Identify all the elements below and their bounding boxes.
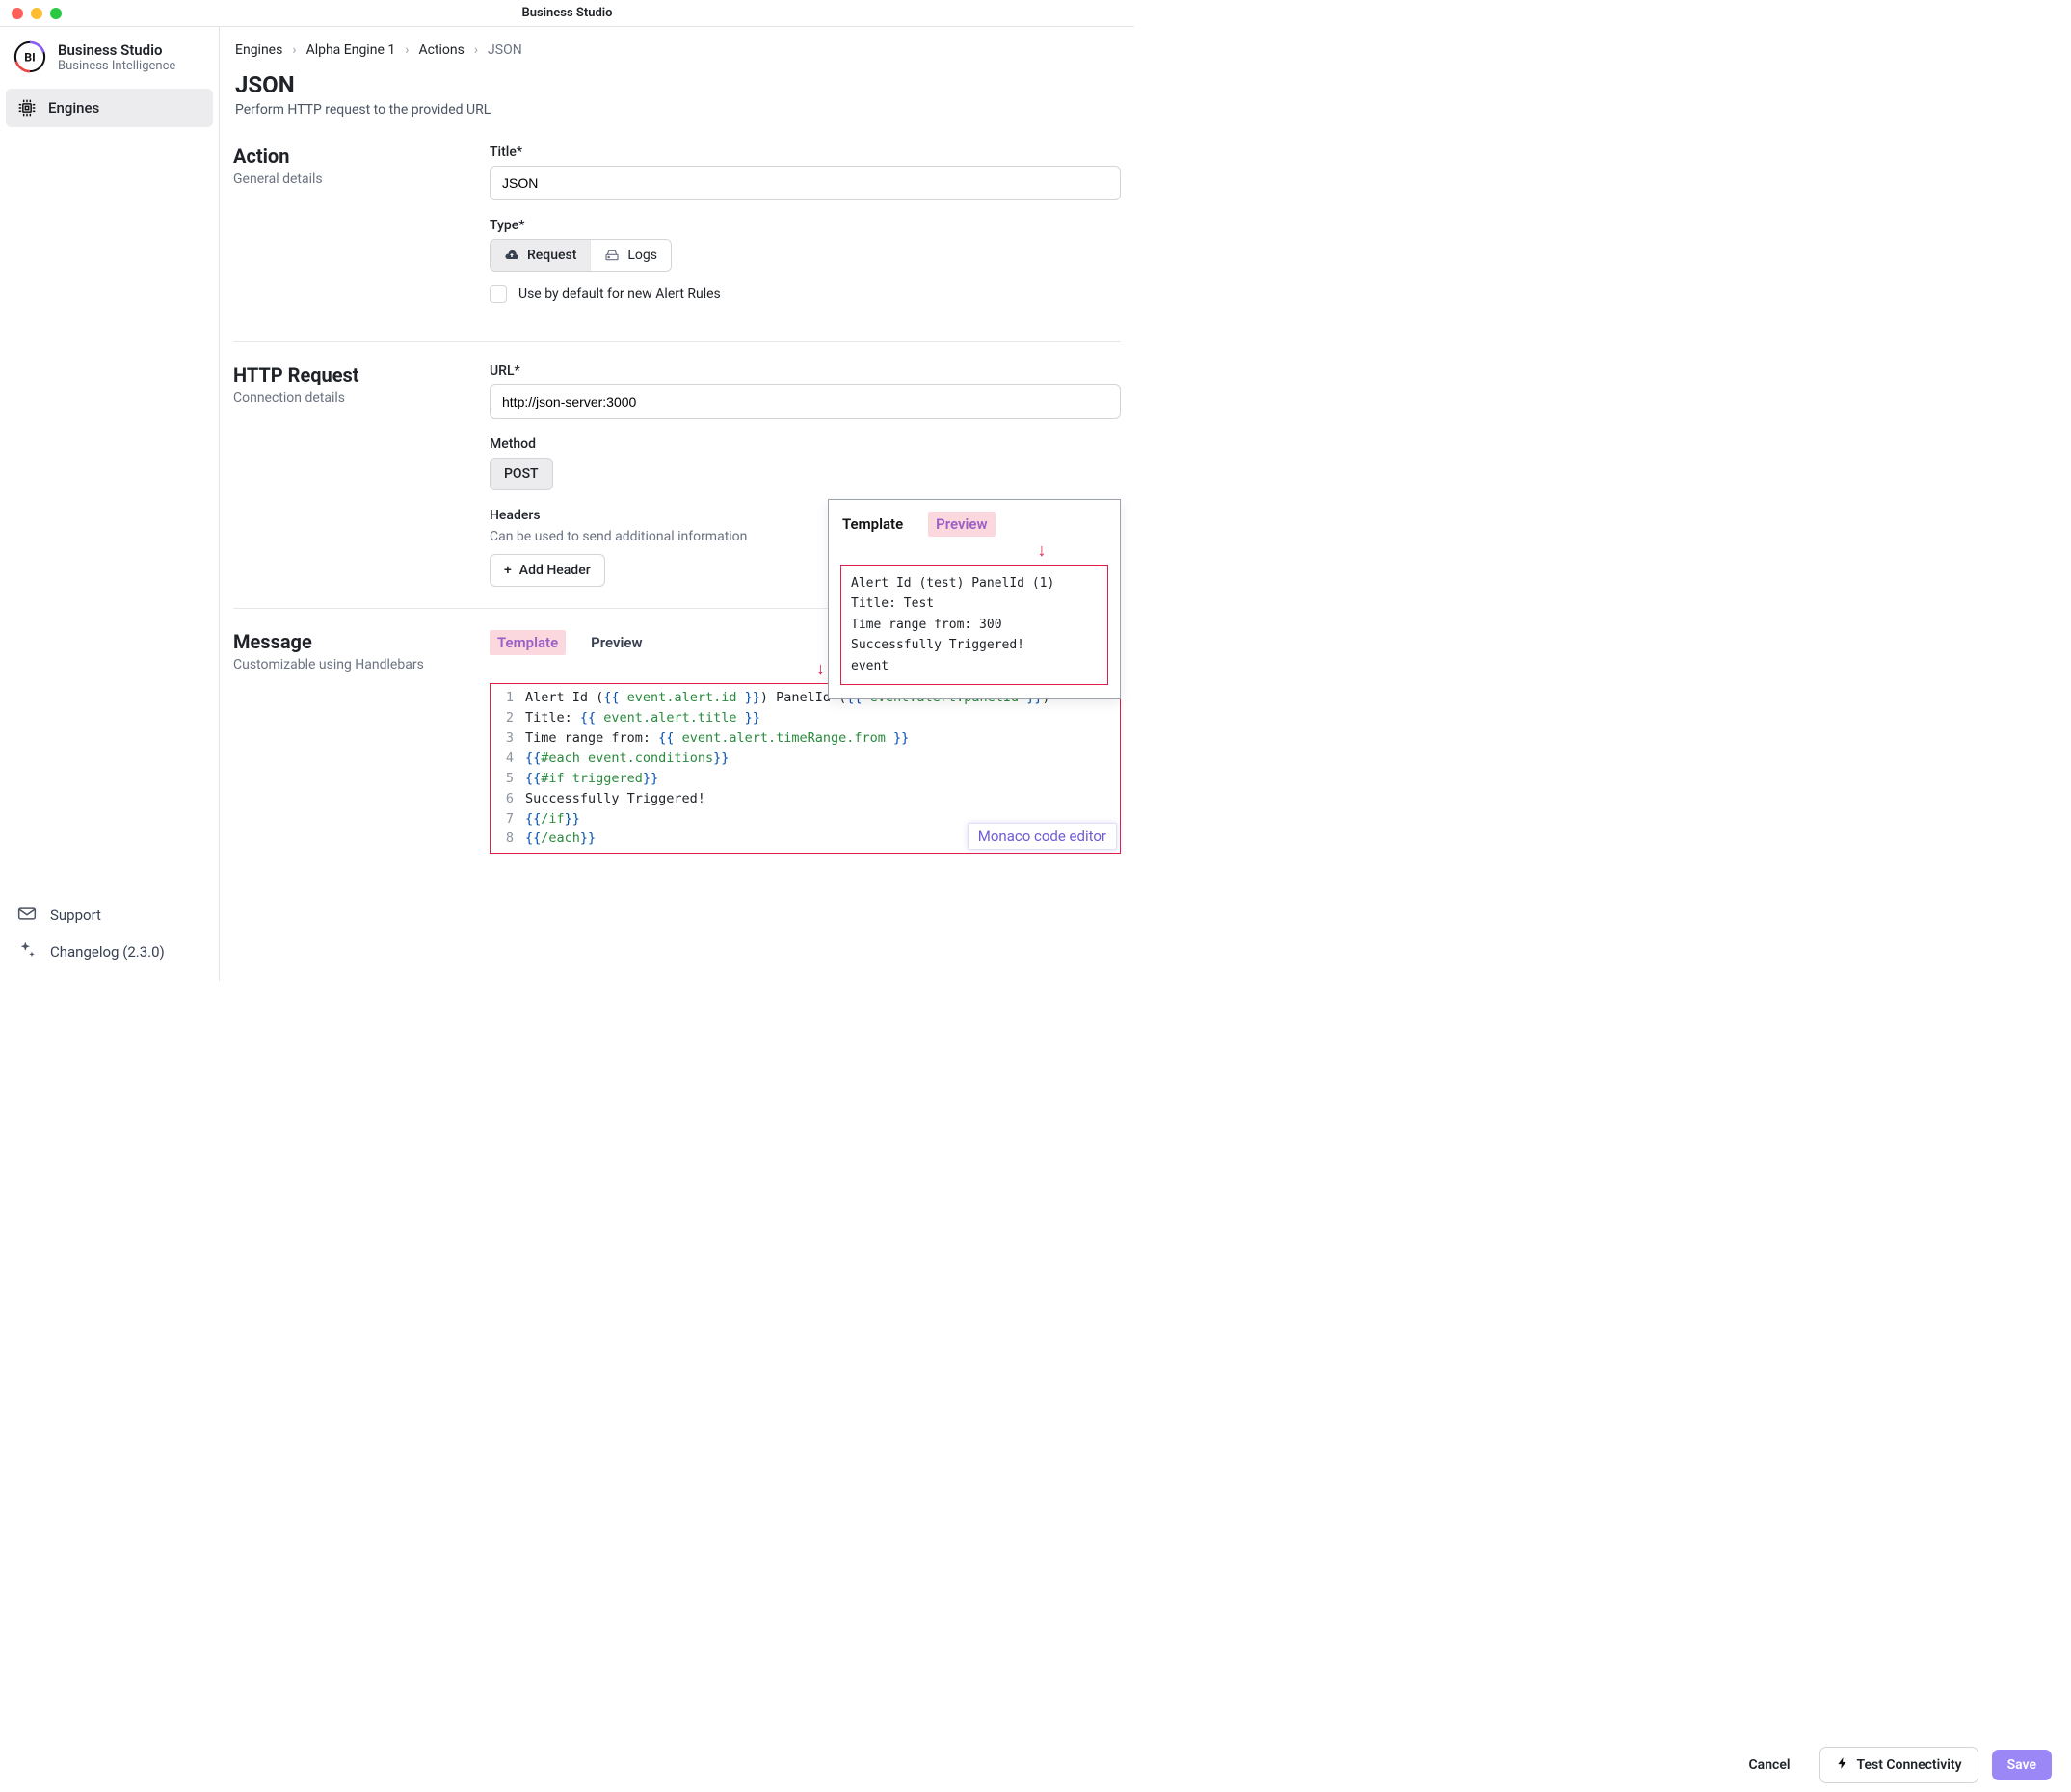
tab-template[interactable]: Template [490,630,566,655]
breadcrumb: Engines › Alpha Engine 1 › Actions › JSO… [233,39,1121,71]
close-window-button[interactable] [12,8,23,19]
sparkle-icon [17,940,37,963]
brand-logo: BI [13,40,46,73]
brand-name: Business Studio [58,41,175,59]
window-title: Business Studio [521,6,612,20]
section-action: Action General details Title* Type* [233,135,1121,341]
title-label: Title* [490,145,1121,160]
type-segmented: Request Logs [490,239,672,272]
traffic-lights [0,8,62,19]
test-connectivity-label: Test Connectivity [1857,1757,1962,1773]
method-value[interactable]: POST [490,458,553,490]
section-action-subtitle: General details [233,171,470,187]
type-request-label: Request [527,248,576,263]
type-label: Type* [490,218,1121,233]
brand: BI Business Studio Business Intelligence [0,27,219,89]
section-http-title: HTTP Request [233,363,470,386]
method-label: Method [490,436,1121,452]
cpu-icon [17,98,37,118]
save-button[interactable]: Save [1992,1750,2052,1780]
section-http-subtitle: Connection details [233,390,470,406]
breadcrumb-engine[interactable]: Alpha Engine 1 [306,42,396,58]
sidebar-nav: Engines [0,89,219,127]
add-header-label: Add Header [519,563,591,578]
breadcrumb-current: JSON [488,42,522,58]
breadcrumb-engines[interactable]: Engines [235,42,282,58]
sidebar-item-label: Engines [48,99,99,117]
type-logs-label: Logs [627,248,657,263]
fullscreen-window-button[interactable] [50,8,62,19]
bolt-icon [1836,1755,1849,1775]
sidebar: BI Business Studio Business Intelligence… [0,27,220,981]
url-input[interactable] [490,384,1121,419]
preview-body: Alert Id (test) PanelId (1)Title: TestTi… [840,565,1108,685]
plus-icon: + [504,563,512,578]
title-input[interactable] [490,166,1121,200]
cloud-upload-icon [504,248,519,263]
monaco-badge: Monaco code editor [968,823,1117,850]
svg-text:BI: BI [24,51,35,65]
section-message-title: Message [233,630,470,653]
minimize-window-button[interactable] [31,8,42,19]
default-alert-label: Use by default for new Alert Rules [518,286,721,302]
mail-icon [17,906,37,925]
page-title: JSON [233,71,1121,98]
page-subtitle: Perform HTTP request to the provided URL [233,98,1121,135]
section-message-subtitle: Customizable using Handlebars [233,657,470,672]
sidebar-changelog[interactable]: Changelog (2.3.0) [6,933,213,971]
overlay-tab-preview[interactable]: Preview [928,512,995,537]
preview-overlay: Template Preview ↓ Alert Id (test) Panel… [828,499,1121,699]
arrow-down-icon: ↓ [975,540,1108,561]
disk-icon [604,248,620,263]
titlebar: Business Studio [0,0,1134,27]
default-alert-checkbox[interactable] [490,285,507,303]
sidebar-support-label: Support [50,907,101,924]
footer-bar: Cancel Test Connectivity Save [220,1738,2071,1792]
chevron-right-icon: › [405,42,409,58]
breadcrumb-actions[interactable]: Actions [418,42,464,58]
add-header-button[interactable]: + Add Header [490,554,605,587]
sidebar-support[interactable]: Support [6,898,213,933]
chevron-right-icon: › [292,42,296,58]
brand-subtitle: Business Intelligence [58,59,175,73]
main-content: Engines › Alpha Engine 1 › Actions › JSO… [220,27,1134,981]
sidebar-item-engines[interactable]: Engines [6,89,213,127]
test-connectivity-button[interactable]: Test Connectivity [1819,1747,1978,1783]
section-action-title: Action [233,145,470,168]
chevron-right-icon: › [474,42,478,58]
type-logs-option[interactable]: Logs [591,240,671,271]
cancel-button[interactable]: Cancel [1734,1750,1806,1780]
overlay-tab-template[interactable]: Template [840,512,905,537]
type-request-option[interactable]: Request [491,240,591,271]
sidebar-changelog-label: Changelog (2.3.0) [50,943,165,961]
tab-preview[interactable]: Preview [589,630,644,655]
url-label: URL* [490,363,1121,379]
